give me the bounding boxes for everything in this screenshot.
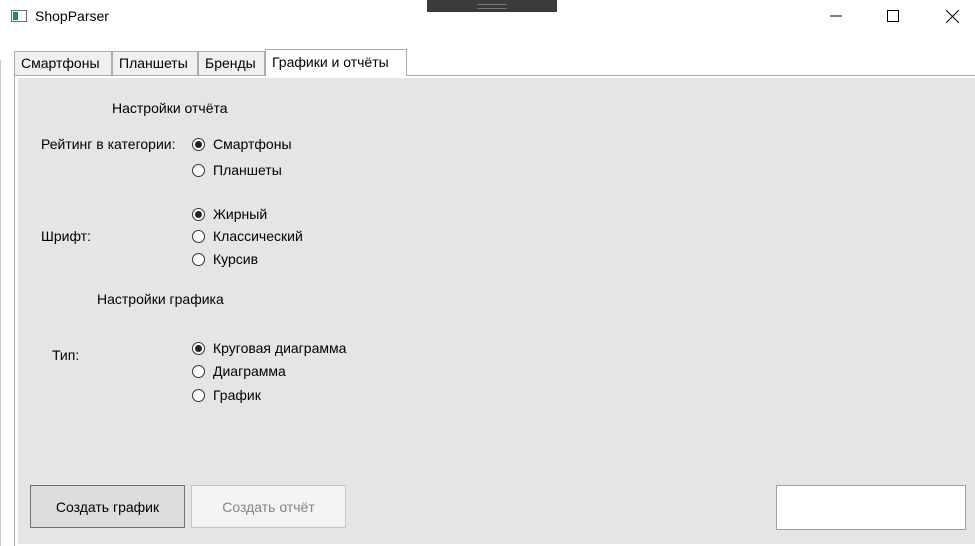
- minimize-button[interactable]: [813, 0, 859, 32]
- radio-label: Смартфоны: [213, 136, 292, 152]
- radio-unchecked-icon: [192, 229, 205, 243]
- radio-label: График: [213, 387, 261, 403]
- radio-type-bar[interactable]: Диаграмма: [192, 362, 286, 380]
- font-label: Шрифт:: [41, 228, 91, 244]
- radio-category-tablets[interactable]: Планшеты: [192, 161, 282, 179]
- window-title: ShopParser: [35, 8, 109, 24]
- radio-label: Классический: [213, 228, 303, 244]
- radio-category-smartphones[interactable]: Смартфоны: [192, 135, 292, 153]
- radio-checked-icon: [192, 341, 205, 355]
- tab-tablets[interactable]: Планшеты: [112, 51, 198, 75]
- tab-smartphones[interactable]: Смартфоны: [14, 51, 112, 75]
- report-settings-heading: Настройки отчёта: [112, 100, 228, 116]
- minimize-icon: [830, 15, 842, 17]
- create-report-button[interactable]: Создать отчёт: [191, 485, 346, 528]
- create-chart-button[interactable]: Создать график: [30, 485, 185, 528]
- radio-label: Жирный: [213, 206, 268, 222]
- maximize-button[interactable]: [870, 0, 916, 32]
- app-window-icon: [11, 10, 27, 22]
- radio-unchecked-icon: [192, 388, 205, 402]
- radio-label: Планшеты: [213, 162, 282, 178]
- radio-checked-icon: [192, 207, 205, 221]
- radio-unchecked-icon: [192, 364, 205, 378]
- drag-handle[interactable]: [427, 0, 557, 12]
- radio-type-line[interactable]: График: [192, 386, 261, 404]
- radio-type-pie[interactable]: Круговая диаграмма: [192, 339, 346, 357]
- chart-type-label: Тип:: [52, 347, 80, 363]
- tab-brands[interactable]: Бренды: [198, 51, 265, 75]
- maximize-icon: [887, 10, 899, 22]
- radio-unchecked-icon: [192, 252, 205, 266]
- radio-label: Курсив: [213, 251, 259, 267]
- radio-label: Круговая диаграмма: [213, 340, 347, 356]
- category-label: Рейтинг в категории:: [41, 136, 176, 152]
- radio-checked-icon: [192, 137, 205, 151]
- radio-font-italic[interactable]: Курсив: [192, 250, 258, 268]
- output-textbox[interactable]: [776, 485, 966, 530]
- radio-font-classic[interactable]: Классический: [192, 227, 303, 245]
- close-button[interactable]: [929, 0, 975, 32]
- chart-settings-heading: Настройки графика: [97, 291, 224, 307]
- title-bar[interactable]: ShopParser: [0, 0, 975, 34]
- radio-unchecked-icon: [192, 163, 205, 177]
- tab-charts-reports[interactable]: Графики и отчёты: [265, 49, 407, 76]
- window-left-border: [0, 60, 1, 546]
- close-icon: [945, 9, 959, 23]
- radio-font-bold[interactable]: Жирный: [192, 205, 267, 223]
- radio-label: Диаграмма: [213, 363, 286, 379]
